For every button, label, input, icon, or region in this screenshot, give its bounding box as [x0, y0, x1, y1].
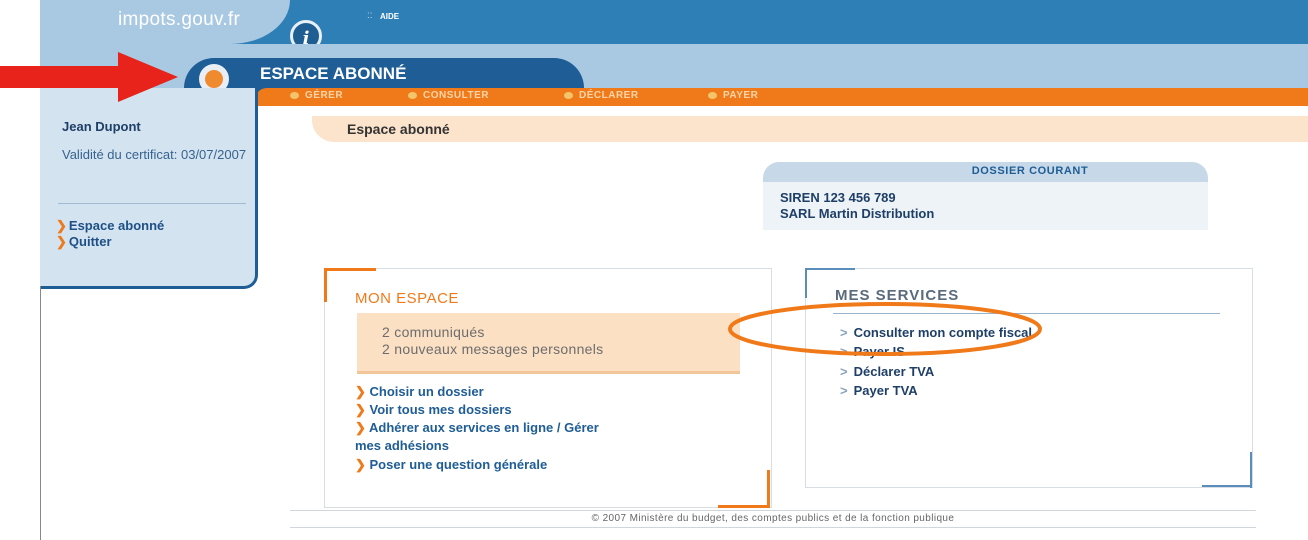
- menu-item-label: DÉCLARER: [579, 90, 639, 101]
- chevron-right-icon: ❯: [56, 234, 67, 249]
- page-left-border: [40, 286, 41, 540]
- menu-item-label: CONSULTER: [423, 90, 489, 101]
- red-arrow-annotation-icon: [0, 52, 178, 102]
- menu-bullet-icon: [408, 91, 417, 99]
- notification-messages[interactable]: 2 nouveaux messages personnels: [382, 341, 603, 357]
- link-label: Voir tous mes dossiers: [369, 402, 512, 417]
- footer-divider: [290, 510, 1256, 511]
- espace-bullet-icon-inner: [205, 70, 223, 88]
- chevron-right-icon: >: [840, 364, 848, 379]
- user-name: Jean Dupont: [62, 119, 141, 134]
- link-label: Adhérer aux services en ligne / Gérer: [369, 420, 599, 435]
- sidebar-link-label: Espace abonné: [68, 218, 165, 233]
- dossier-company: SARL Martin Distribution: [780, 206, 935, 221]
- panel-corner-decoration: [324, 268, 327, 302]
- chevron-right-icon: ❯: [355, 402, 370, 417]
- panel-corner-decoration: [767, 470, 770, 508]
- site-name[interactable]: impots.gouv.fr: [118, 9, 240, 31]
- breadcrumb-label: Espace abonné: [347, 121, 450, 137]
- service-declarer-tva[interactable]: > Déclarer TVA: [840, 364, 934, 379]
- chevron-right-icon: ❯: [355, 457, 370, 472]
- sidebar-link-quitter[interactable]: ❯ Quitter: [56, 234, 112, 250]
- menu-item-consulter[interactable]: CONSULTER: [408, 90, 489, 101]
- sidebar-divider: [58, 203, 246, 204]
- aide-link[interactable]: AIDE: [380, 12, 399, 21]
- dossier-courant-title: DOSSIER COURANT: [971, 165, 1089, 177]
- espace-abonne-title: ESPACE ABONNÉ: [260, 64, 407, 83]
- menu-item-gerer[interactable]: GÉRER: [290, 90, 343, 101]
- service-label: Payer TVA: [853, 383, 918, 398]
- menu-bullet-icon: [290, 91, 299, 99]
- menu-bullet-icon: [708, 91, 717, 99]
- chevron-right-icon: ❯: [355, 420, 370, 435]
- chevron-right-icon: ❯: [56, 218, 67, 233]
- menu-item-label: GÉRER: [305, 90, 344, 101]
- service-label: Déclarer TVA: [853, 364, 935, 379]
- panel-corner-decoration: [1250, 452, 1252, 488]
- link-voir-dossiers[interactable]: ❯ Voir tous mes dossiers: [355, 402, 512, 418]
- chevron-right-icon: ❯: [355, 384, 370, 399]
- link-label: Choisir un dossier: [369, 384, 484, 399]
- sidebar-link-label: Quitter: [68, 234, 112, 249]
- menu-item-payer[interactable]: PAYER: [708, 90, 758, 101]
- orange-circle-annotation-icon: [728, 302, 1042, 356]
- menu-item-declarer[interactable]: DÉCLARER: [564, 90, 639, 101]
- menu-bullet-icon: [564, 91, 573, 99]
- panel-corner-decoration: [718, 505, 770, 508]
- panel-corner-decoration: [1202, 485, 1252, 487]
- service-payer-tva[interactable]: > Payer TVA: [840, 383, 918, 398]
- certificate-validity: Validité du certificat: 03/07/2007: [62, 147, 247, 162]
- footer-divider: [290, 527, 1256, 528]
- menu-item-label: PAYER: [723, 90, 759, 101]
- link-choisir-dossier[interactable]: ❯ Choisir un dossier: [355, 384, 484, 400]
- footer-copyright: © 2007 Ministère du budget, des comptes …: [591, 513, 955, 524]
- notification-communiques[interactable]: 2 communiqués: [382, 324, 485, 340]
- chevron-right-icon: >: [840, 383, 848, 398]
- link-label: Poser une question générale: [369, 457, 548, 472]
- panel-corner-decoration: [324, 268, 376, 271]
- panel-corner-decoration: [805, 268, 855, 270]
- mon-espace-title: MON ESPACE: [355, 290, 459, 307]
- aide-dots-icon: ::: [367, 10, 373, 21]
- link-adherer-services[interactable]: ❯ Adhérer aux services en ligne / Gérer: [355, 420, 599, 436]
- breadcrumb: [312, 116, 1308, 142]
- dossier-siren: SIREN 123 456 789: [780, 190, 896, 205]
- panel-corner-decoration: [805, 268, 807, 298]
- sidebar-link-espace-abonne[interactable]: ❯ Espace abonné: [56, 218, 164, 234]
- link-adherer-services-cont[interactable]: mes adhésions: [355, 438, 449, 453]
- link-poser-question[interactable]: ❯ Poser une question générale: [355, 457, 547, 473]
